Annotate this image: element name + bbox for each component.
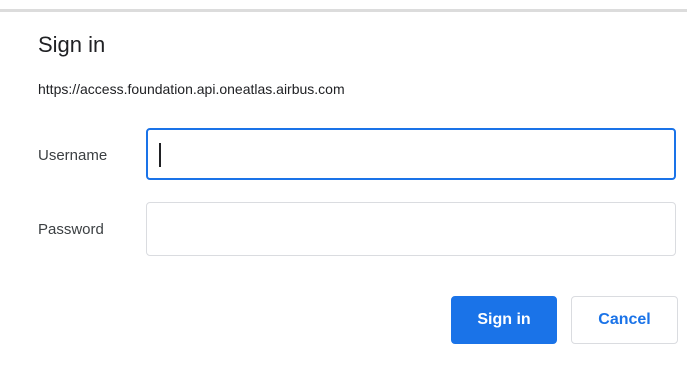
cancel-button[interactable]: Cancel bbox=[571, 296, 678, 344]
site-origin: https://access.foundation.api.oneatlas.a… bbox=[38, 81, 345, 97]
username-field[interactable] bbox=[146, 128, 676, 180]
text-caret bbox=[159, 143, 161, 167]
password-label: Password bbox=[38, 221, 104, 238]
dialog-title: Sign in bbox=[38, 32, 106, 57]
username-label: Username bbox=[38, 147, 108, 164]
password-field[interactable] bbox=[146, 202, 676, 256]
sign-in-button[interactable]: Sign in bbox=[451, 296, 557, 344]
